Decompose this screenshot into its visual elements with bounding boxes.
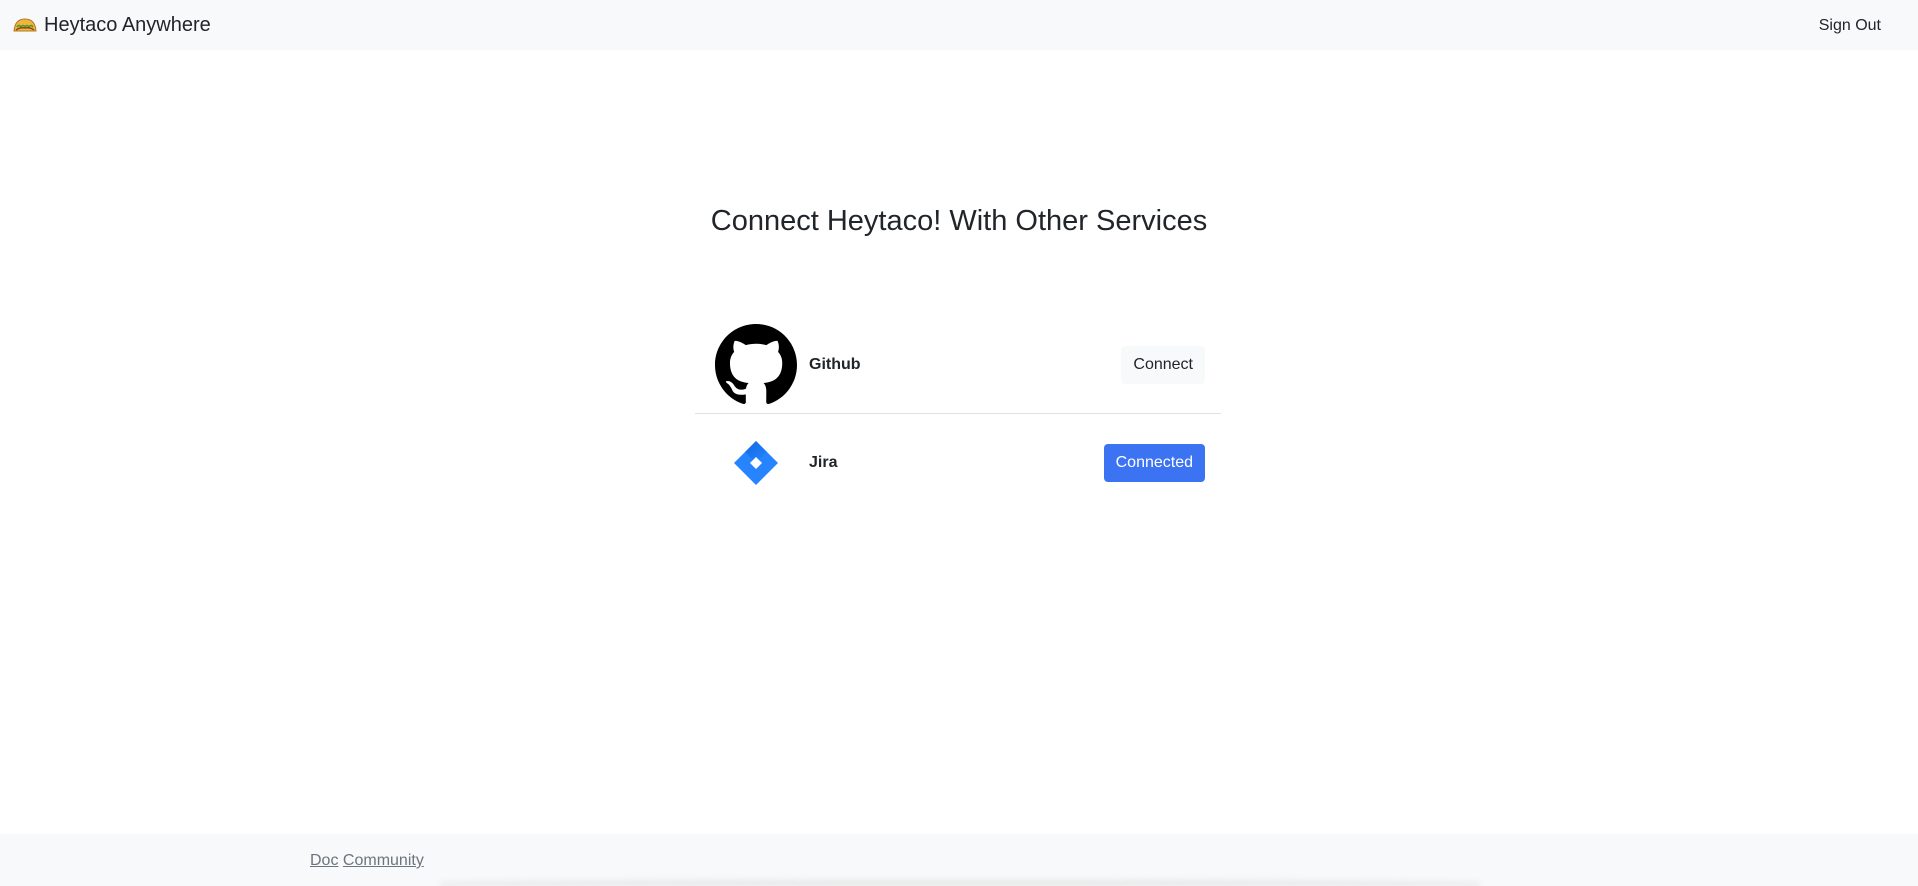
connected-jira-button[interactable]: Connected <box>1103 443 1205 482</box>
brand-link[interactable]: Heytaco Anywhere <box>12 14 211 37</box>
service-name-jira: Jira <box>809 453 838 471</box>
service-row-jira: Jira Connected <box>695 414 1221 511</box>
brand-label: Heytaco Anywhere <box>44 13 211 36</box>
github-icon <box>715 323 797 406</box>
navbar: Heytaco Anywhere Sign Out <box>0 0 1918 50</box>
footer-link-doc[interactable]: Doc <box>310 852 338 869</box>
bottom-shadow <box>440 880 1480 886</box>
page-title: Connect Heytaco! With Other Services <box>710 205 1208 237</box>
footer-link-community[interactable]: Community <box>343 852 424 869</box>
jira-icon <box>715 422 797 504</box>
footer-links: Doc Community <box>310 852 424 870</box>
taco-icon <box>12 15 38 35</box>
service-row-github: Github Connect <box>695 316 1221 414</box>
service-name-github: Github <box>809 355 861 373</box>
sign-out-link[interactable]: Sign Out <box>1819 17 1881 35</box>
connect-github-button[interactable]: Connect <box>1121 345 1205 384</box>
footer: Doc Community <box>0 834 1918 886</box>
services-list: Github Connect Jira Connected <box>695 316 1221 511</box>
